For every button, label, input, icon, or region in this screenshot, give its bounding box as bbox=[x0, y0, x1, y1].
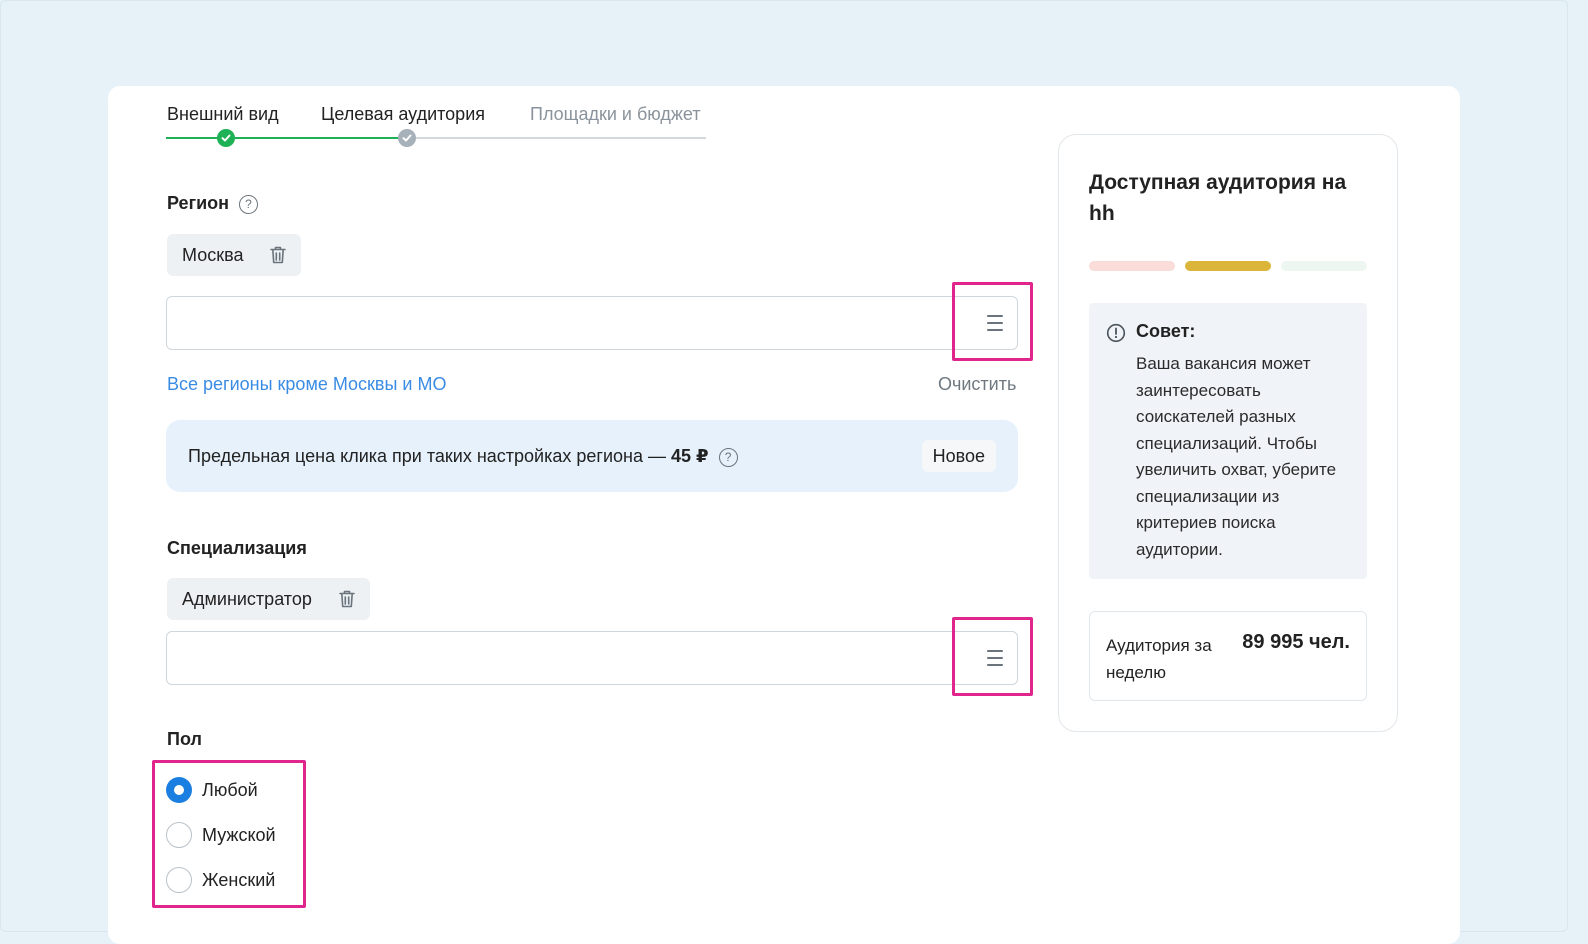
weekly-audience-label: Аудитория за неделю bbox=[1106, 636, 1212, 682]
audience-meter-segment-low bbox=[1089, 261, 1175, 271]
gender-title: Пол bbox=[167, 729, 202, 749]
info-icon bbox=[1106, 323, 1126, 348]
click-price-text: Предельная цена клика при таких настройк… bbox=[188, 446, 738, 467]
specialization-title: Специализация bbox=[167, 538, 307, 558]
radio-unchecked-icon[interactable] bbox=[166, 822, 192, 848]
gender-option-female-label: Женский bbox=[202, 869, 276, 890]
specialization-chip-label: Администратор bbox=[182, 588, 312, 609]
stepper-progress bbox=[166, 137, 406, 139]
audience-meter-segment-mid bbox=[1185, 261, 1271, 271]
help-icon[interactable]: ? bbox=[239, 194, 259, 214]
region-input[interactable] bbox=[166, 296, 1018, 350]
new-badge: Новое bbox=[921, 440, 996, 472]
region-title-text: Регион bbox=[167, 193, 229, 213]
click-price-value: 45 ₽ bbox=[671, 446, 709, 466]
highlight-frame bbox=[952, 282, 1033, 361]
available-audience-title: Доступная аудитория на hh bbox=[1089, 171, 1347, 225]
gender-option-male-label: Мужской bbox=[202, 824, 276, 845]
trash-icon[interactable] bbox=[338, 589, 356, 609]
click-price-banner: Предельная цена клика при таких настройк… bbox=[166, 420, 1018, 492]
check-icon bbox=[398, 129, 416, 147]
settings-card: Внешний вид Целевая аудитория Площадки и… bbox=[108, 86, 1460, 944]
all-regions-except-moscow-link[interactable]: Все регионы кроме Москвы и МО bbox=[167, 374, 446, 395]
step-platforms-budget[interactable]: Площадки и бюджет bbox=[530, 104, 701, 125]
region-chip: Москва bbox=[167, 234, 302, 276]
click-price-label: Предельная цена клика при таких настройк… bbox=[188, 446, 672, 466]
tip-title: Совет: bbox=[1136, 321, 1196, 341]
gender-option-any[interactable]: Любой bbox=[166, 777, 258, 803]
step-appearance[interactable]: Внешний вид bbox=[167, 104, 279, 125]
specialization-input-field[interactable] bbox=[179, 642, 939, 674]
help-icon[interactable]: ? bbox=[718, 447, 738, 467]
audience-meter-segment-high bbox=[1281, 261, 1367, 271]
stepper: Внешний вид Целевая аудитория Площадки и… bbox=[166, 104, 706, 150]
gender-option-male[interactable]: Мужской bbox=[166, 822, 276, 848]
region-input-field[interactable] bbox=[179, 307, 939, 339]
region-chip-label: Москва bbox=[182, 244, 244, 265]
gender-option-female[interactable]: Женский bbox=[166, 867, 275, 893]
weekly-audience-value: 89 995 чел. bbox=[1242, 631, 1350, 653]
specialization-chip: Администратор bbox=[167, 578, 370, 620]
highlight-frame bbox=[952, 617, 1033, 696]
specialization-input[interactable] bbox=[166, 631, 1018, 685]
radio-checked-icon[interactable] bbox=[166, 777, 192, 803]
clear-button[interactable]: Очистить bbox=[938, 374, 1016, 395]
available-audience-panel: Доступная аудитория на hh Совет: Ваша ва… bbox=[1058, 134, 1398, 732]
trash-icon[interactable] bbox=[269, 245, 287, 265]
step-target-audience[interactable]: Целевая аудитория bbox=[321, 104, 485, 125]
weekly-audience-box: Аудитория за неделю 89 995 чел. bbox=[1089, 611, 1367, 701]
radio-unchecked-icon[interactable] bbox=[166, 867, 192, 893]
tip-text: Ваша вакансия может заинтересовать соиск… bbox=[1136, 354, 1337, 559]
tip-box: Совет: Ваша вакансия может заинтересоват… bbox=[1089, 303, 1367, 579]
region-title: Регион ? bbox=[167, 193, 259, 214]
gender-option-any-label: Любой bbox=[202, 779, 258, 800]
check-icon bbox=[217, 129, 235, 147]
